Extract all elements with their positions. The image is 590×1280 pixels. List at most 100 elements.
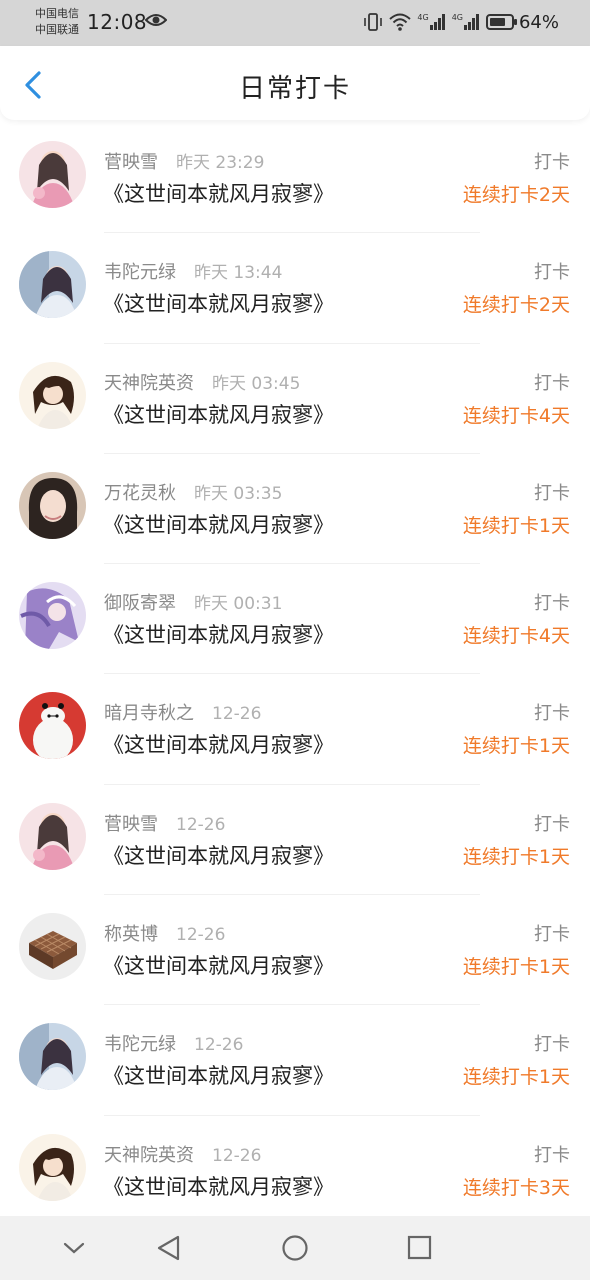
signal-bars-icon: [429, 14, 445, 30]
avatar[interactable]: [19, 251, 86, 319]
work-title: 《这世间本就风月寂寥》: [103, 292, 334, 317]
list-item[interactable]: 万花灵秋 昨天 03:35 《这世间本就风月寂寥》 打卡连续打卡1天: [0, 452, 590, 563]
checkin-button[interactable]: 打卡: [534, 1141, 570, 1167]
checkin-button[interactable]: 打卡: [534, 810, 570, 836]
wifi-icon: [389, 13, 412, 31]
timestamp: 12-26: [176, 814, 226, 835]
timestamp: 昨天 03:35: [194, 483, 283, 504]
user-name: 菅映雪 昨天 23:29: [104, 148, 264, 174]
user-name-text: 韦陀元绿: [104, 262, 176, 284]
list-item[interactable]: 菅映雪 12-26 《这世间本就风月寂寥》 打卡连续打卡1天: [0, 783, 590, 894]
avatar[interactable]: [19, 361, 86, 429]
checkin-button[interactable]: 打卡: [534, 920, 570, 946]
work-title: 《这世间本就风月寂寥》: [103, 182, 334, 206]
user-name: 万花灵秋 昨天 03:35: [104, 479, 282, 505]
timestamp: 12-26: [176, 925, 226, 946]
avatar[interactable]: [19, 1133, 86, 1201]
list-item[interactable]: 天神院英资 12-26 《这世间本就风月寂寥》 打卡连续打卡3天: [0, 1114, 590, 1225]
timestamp: 12-26: [212, 704, 262, 725]
user-name-text: 菅映雪: [104, 152, 158, 173]
eye-icon: [145, 14, 167, 26]
battery-icon: [486, 14, 517, 30]
user-name: 天神院英资 昨天 03:45: [104, 369, 300, 395]
vibrate-icon: [364, 13, 383, 31]
carrier-labels: 中国电信 中国联通: [35, 6, 79, 38]
user-name: 菅映雪 12-26: [104, 810, 225, 836]
system-icons: 4G 4G: [363, 12, 518, 32]
work-title: 《这世间本就风月寂寥》: [103, 733, 334, 758]
work-title: 《这世间本就风月寂寥》: [103, 843, 334, 868]
status-time: 12:08: [87, 10, 148, 34]
user-name-text: 菅映雪: [104, 813, 158, 835]
avatar[interactable]: [19, 471, 86, 539]
timestamp: 昨天 00:31: [194, 594, 283, 615]
timestamp: 昨天 23:29: [176, 153, 265, 173]
avatar[interactable]: [19, 582, 86, 650]
recents-square-icon[interactable]: [407, 1234, 433, 1262]
list-item[interactable]: 菅映雪 昨天 23:29 《这世间本就风月寂寥》 打卡连续打卡2天: [0, 122, 590, 232]
checkin-button[interactable]: 打卡: [534, 148, 570, 174]
user-name: 天神院英资 12-26: [104, 1141, 261, 1167]
home-circle-icon[interactable]: [281, 1234, 309, 1262]
avatar[interactable]: [19, 141, 86, 208]
status-bar: 中国电信 中国联通 12:08 4G 4G 64%: [0, 0, 590, 46]
battery-percent: 64%: [518, 12, 559, 33]
checkin-button[interactable]: 打卡: [534, 479, 570, 505]
user-name: 暗月寺秋之 12-26: [104, 699, 261, 725]
user-name-text: 韦陀元绿: [104, 1034, 176, 1056]
avatar[interactable]: [19, 692, 86, 760]
streak-label: 连续打卡1天: [462, 956, 570, 979]
timestamp: 12-26: [194, 1035, 244, 1056]
streak-label: 连续打卡1天: [462, 735, 570, 758]
checkin-button[interactable]: 打卡: [534, 589, 570, 615]
user-name-text: 天神院英资: [104, 1144, 194, 1166]
chevron-down-icon[interactable]: [62, 1240, 86, 1256]
streak-label: 连续打卡3天: [462, 1176, 570, 1199]
app-header: 日常打卡: [0, 46, 590, 120]
checkin-button[interactable]: 打卡: [534, 1030, 570, 1056]
streak-label: 连续打卡1天: [462, 514, 570, 537]
back-triangle-icon[interactable]: [156, 1234, 182, 1262]
streak-label: 连续打卡1天: [462, 1066, 570, 1089]
list-item[interactable]: 天神院英资 昨天 03:45 《这世间本就风月寂寥》 打卡连续打卡4天: [0, 342, 590, 453]
signal-bars-icon: [464, 14, 479, 30]
checkin-list: 菅映雪 昨天 23:29 《这世间本就风月寂寥》 打卡 连续打卡2天 韦陀元绿 昨天 13:…: [0, 122, 590, 1225]
carrier-2: 中国联通: [35, 23, 79, 36]
streak-label: 连续打卡1天: [462, 845, 570, 868]
avatar[interactable]: [19, 913, 86, 981]
network-1-label: 4G: [417, 13, 429, 22]
user-name: 韦陀元绿 12-26: [104, 1030, 243, 1056]
work-title: 《这世间本就风月寂寥》: [103, 1174, 334, 1199]
user-name-text: 称英博: [104, 924, 158, 946]
streak-label: 连续打卡4天: [462, 625, 570, 648]
checkin-button[interactable]: 打卡: [534, 258, 570, 284]
work-title: 《这世间本就风月寂寥》: [103, 623, 334, 648]
list-item[interactable]: 韦陀元绿 昨天 13:44 《这世间本就风月寂寥》 打卡 连续打卡2天: [0, 232, 590, 342]
user-name-text: 万花灵秋: [104, 482, 176, 504]
work-title: 《这世间本就风月寂寥》: [103, 402, 334, 427]
streak-label: 连续打卡2天: [462, 184, 570, 206]
list-item[interactable]: 韦陀元绿 12-26 《这世间本就风月寂寥》 打卡 连续打卡1天: [0, 1004, 590, 1114]
user-name-text: 天神院英资: [104, 372, 194, 394]
avatar[interactable]: [19, 1023, 86, 1091]
work-title: 《这世间本就风月寂寥》: [103, 512, 334, 537]
timestamp: 12-26: [212, 1145, 262, 1166]
user-name: 御阪寄翠 昨天 00:31: [104, 589, 282, 615]
carrier-1: 中国电信: [35, 7, 79, 20]
user-name-text: 暗月寺秋之: [104, 703, 194, 725]
user-name: 称英博 12-26: [104, 920, 225, 946]
list-item[interactable]: 暗月寺秋之 12-26 《这世间本就风月寂寥》 打卡连续打卡1天: [0, 673, 590, 783]
timestamp: 昨天 03:45: [212, 373, 301, 394]
network-2-label: 4G: [451, 13, 463, 22]
signal-1: 4G: [417, 14, 445, 30]
page-title: 日常打卡: [238, 74, 351, 104]
streak-label: 连续打卡4天: [462, 404, 570, 427]
system-nav-bar: [0, 1216, 590, 1280]
timestamp: 昨天 13:44: [194, 263, 283, 284]
list-item[interactable]: 御阪寄翠 昨天 00:31 《这世间本就风月寂寥》 打卡连续打卡4天: [0, 563, 590, 673]
avatar[interactable]: [19, 802, 86, 870]
checkin-button[interactable]: 打卡: [534, 369, 570, 395]
checkin-button[interactable]: 打卡: [534, 699, 570, 725]
list-item[interactable]: 称英博 12-26 《这世间本就风月寂寥》 打卡 连续打卡1天: [0, 894, 590, 1004]
user-name-text: 御阪寄翠: [104, 593, 176, 615]
